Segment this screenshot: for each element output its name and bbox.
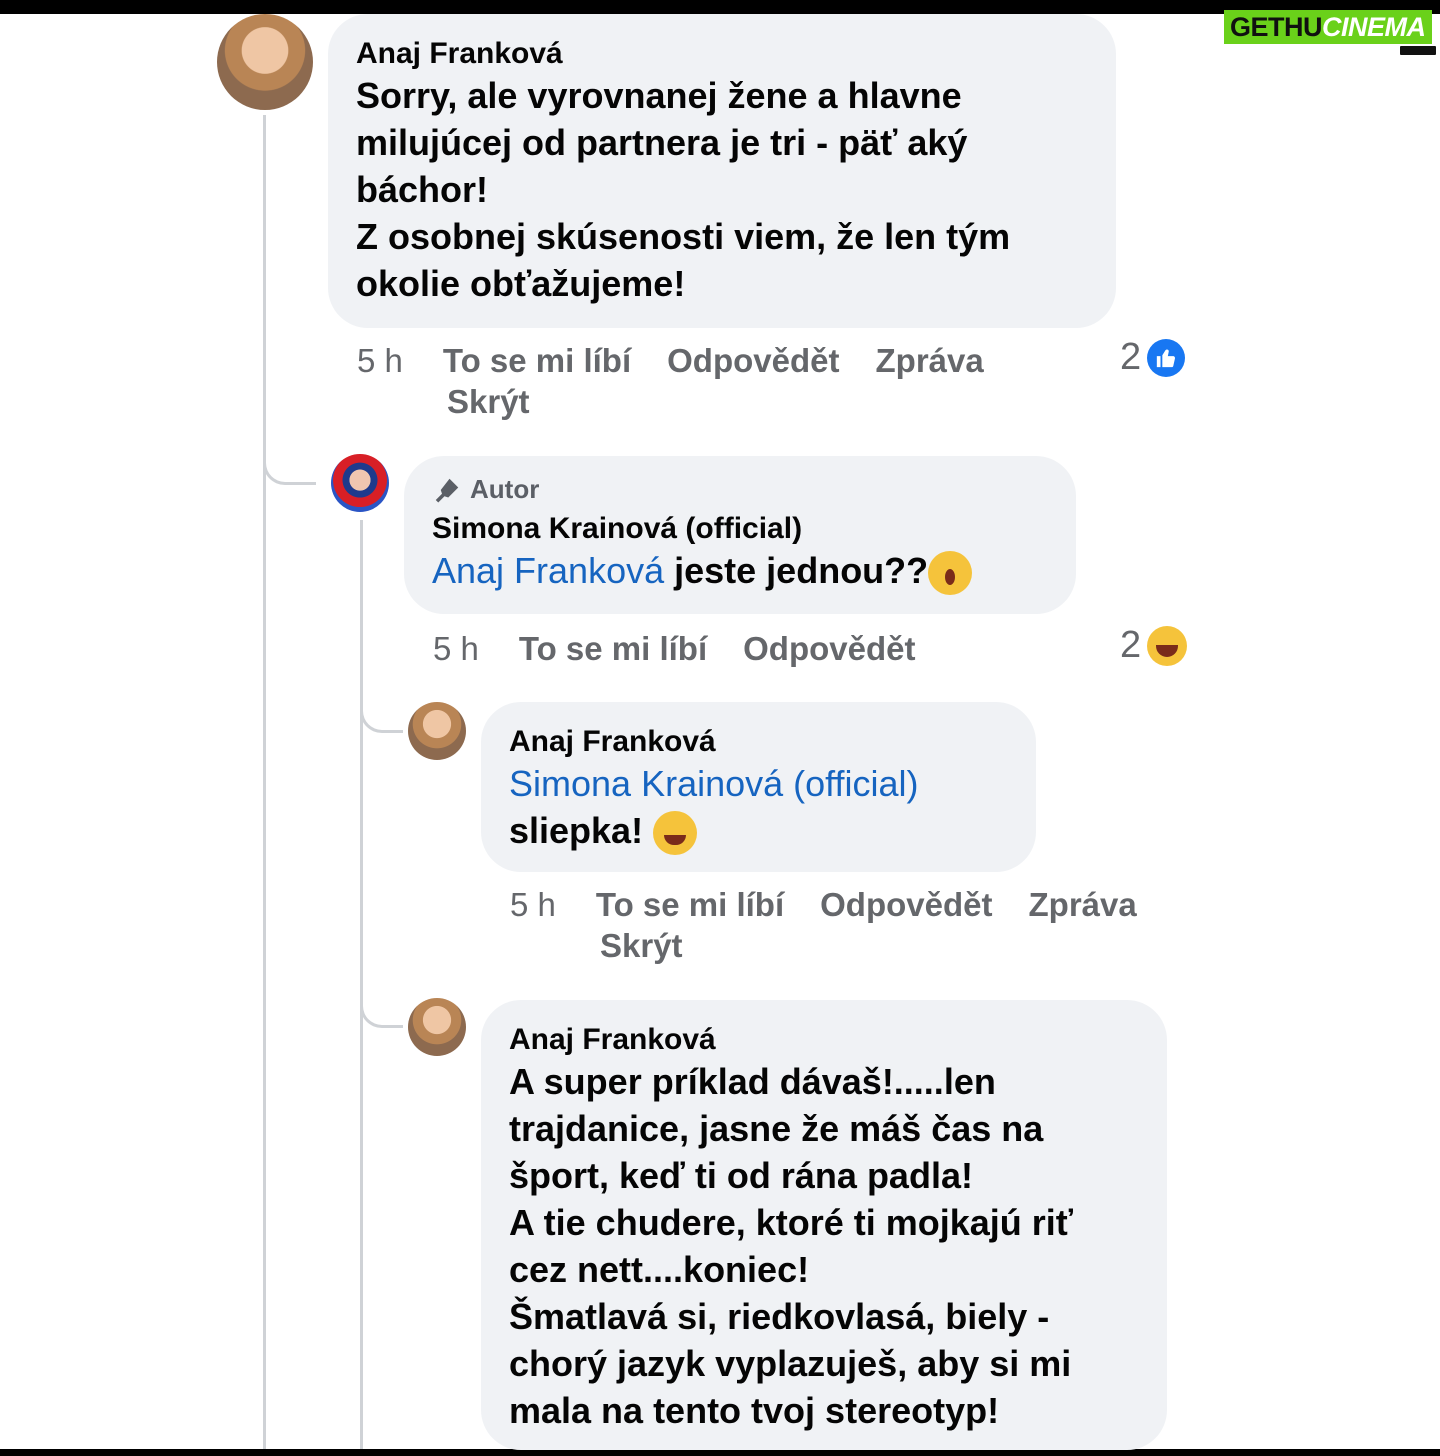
film-strip-icon [1400,46,1436,55]
reaction-count: 2 [1120,624,1142,666]
bottom-frame-bar [0,1449,1440,1456]
watermark-text-1: GETHU [1230,11,1323,42]
hide-button[interactable]: Skrýt [447,381,530,422]
comment-text: Simona Krainová (official) sliepka! [509,760,1008,856]
comment-time[interactable]: 5 h [357,340,403,381]
author-badge: Autor [432,474,1048,505]
like-button[interactable]: To se mi líbí [596,884,784,925]
comment-actions-2: 5 h To se mi líbí Odpovědět [433,628,952,669]
comment-bubble-3: Anaj Franková Simona Krainová (official)… [481,702,1036,872]
avatar-anaj[interactable] [408,702,466,760]
thread-line-main [263,115,266,1449]
comment-time[interactable]: 5 h [433,628,479,669]
comment-line: milujúcej od partnera je tri - päť aký [356,122,968,163]
comment-text: Sorry, ale vyrovnanej žene a hlavne milu… [356,72,1088,307]
hide-action-3: Skrýt [600,925,683,966]
watermark-text-2: CINEMA [1322,11,1426,42]
shocked-face-icon [928,551,973,596]
comment-actions-3: 5 h To se mi líbí Odpovědět Zpráva [510,884,1230,925]
watermark-logo: GETHU CINEMA [1222,10,1438,56]
message-button[interactable]: Zpráva [1029,884,1137,925]
author-badge-label: Autor [470,474,540,504]
comment-author[interactable]: Anaj Franková [509,1022,1139,1058]
comment-bubble-1: Anaj Franková Sorry, ale vyrovnanej žene… [328,14,1116,328]
comment-line: cez nett....koniec! [509,1249,810,1290]
comment-line: šport, keď ti od rána padla! [509,1155,973,1196]
avatar-anaj[interactable] [217,14,313,110]
comment-text: A super príklad dávaš!.....len trajdanic… [509,1058,1139,1434]
comment-line: mala na tento tvoj stereotyp! [509,1390,1000,1431]
comment-author[interactable]: Anaj Franková [356,36,1088,72]
laughing-face-icon [1147,625,1188,666]
reply-button[interactable]: Odpovědět [743,628,915,669]
avatar-simona[interactable] [331,454,389,512]
microphone-icon [435,478,459,502]
comment-line: chorý jazyk vyplazuješ, aby si mi [509,1343,1072,1384]
reaction-summary-2[interactable]: 2 [1120,624,1188,667]
message-button[interactable]: Zpráva [876,340,984,381]
comment-body: sliepka! [509,810,654,851]
comment-line: okolie obťažujeme! [356,263,686,304]
comment-line: Z osobnej skúsenosti viem, že len tým [356,216,1011,257]
comment-line: A tie chudere, ktoré ti mojkajú riť [509,1202,1074,1243]
thumbs-up-icon [1147,338,1186,377]
comment-bubble-4: Anaj Franková A super príklad dávaš!....… [481,1000,1167,1450]
reply-button[interactable]: Odpovědět [667,340,839,381]
like-button[interactable]: To se mi líbí [443,340,631,381]
avatar-anaj[interactable] [408,998,466,1056]
hide-action-1: Skrýt [447,381,530,422]
comment-line: báchor! [356,169,489,210]
like-button[interactable]: To se mi líbí [519,628,707,669]
thread-connector-3 [360,985,403,1028]
reaction-count: 2 [1120,336,1142,378]
thread-connector-2 [360,690,403,733]
comment-line: Šmatlavá si, riedkovlasá, biely - [509,1296,1050,1337]
comment-bubble-2: Autor Simona Krainová (official) Anaj Fr… [404,456,1076,614]
comment-body: jeste jednou?? [664,550,929,591]
comment-line: A super príklad dávaš!.....len [509,1061,996,1102]
comment-author[interactable]: Simona Krainová (official) [432,511,1048,547]
comment-line: trajdanice, jasne že máš čas na [509,1108,1044,1149]
reply-button[interactable]: Odpovědět [820,884,992,925]
hide-button[interactable]: Skrýt [600,925,683,966]
mention-link[interactable]: Simona Krainová (official) [509,760,1008,807]
comment-actions-1: 5 h To se mi líbí Odpovědět Zpráva [357,340,1077,381]
reaction-summary-1[interactable]: 2 [1120,336,1186,379]
mention-link[interactable]: Anaj Franková [432,550,664,591]
comment-time[interactable]: 5 h [510,884,556,925]
comment-line: Sorry, ale vyrovnanej žene a hlavne [356,75,962,116]
rolling-laughing-icon [653,811,698,856]
comment-author[interactable]: Anaj Franková [509,724,1008,760]
thread-connector-1 [263,430,316,485]
comment-text: Anaj Franková jeste jednou?? [432,547,1048,596]
